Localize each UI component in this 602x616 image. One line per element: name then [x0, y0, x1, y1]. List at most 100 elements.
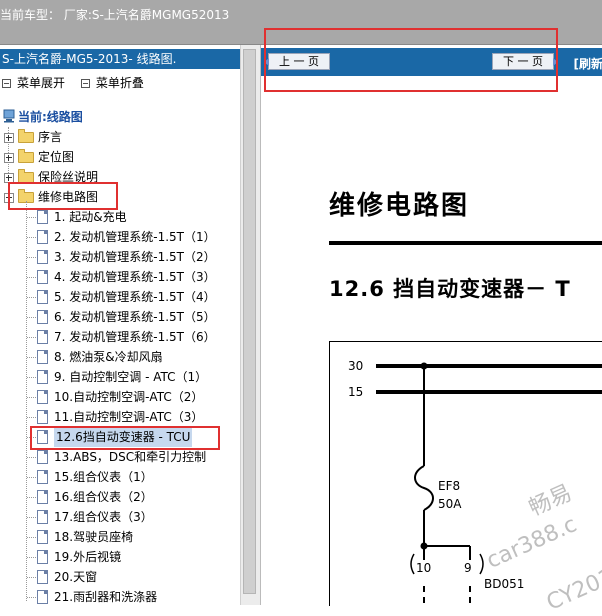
tree-item-row[interactable]: 8. 燃油泵&冷却风扇 — [0, 347, 240, 367]
tree-item-label: 2. 发动机管理系统-1.5T（1） — [54, 227, 216, 247]
tree-branch-line — [27, 257, 36, 258]
fuse-symbol — [415, 466, 433, 510]
document-icon — [37, 250, 48, 264]
title-divider — [329, 241, 602, 245]
document-icon — [37, 530, 48, 544]
document-icon — [37, 590, 48, 604]
tree-branch-line — [27, 217, 36, 218]
tree-item-row[interactable]: 19.外后视镜 — [0, 547, 240, 567]
fuse-name: EF8 — [438, 479, 460, 493]
tree-branch-line — [27, 577, 36, 578]
tree-folder-label: 定位图 — [38, 147, 74, 167]
pin-number-right: 9 — [464, 561, 472, 575]
document-icon — [37, 230, 48, 244]
expand-icon — [2, 79, 11, 88]
tree-item-label: 5. 发动机管理系统-1.5T（4） — [54, 287, 216, 307]
tree-item-row[interactable]: 4. 发动机管理系统-1.5T（3） — [0, 267, 240, 287]
tree-branch-line — [27, 557, 36, 558]
tree-item-label: 9. 自动控制空调 - ATC（1） — [54, 367, 207, 387]
expand-plus-icon[interactable] — [4, 153, 14, 163]
junction-dot — [421, 363, 428, 370]
tree-item-label: 8. 燃油泵&冷却风扇 — [54, 347, 163, 367]
tree-branch-line — [27, 477, 36, 478]
refresh-link[interactable]: [刷新 — [574, 55, 602, 72]
tree-item-row[interactable]: 18.驾驶员座椅 — [0, 527, 240, 547]
pin-number-left: 10 — [416, 561, 431, 575]
document-icon — [37, 370, 48, 384]
document-icon — [37, 470, 48, 484]
tree-item-label: 13.ABS，DSC和牵引力控制 — [54, 447, 206, 467]
expand-all-button[interactable]: 菜单展开 — [17, 76, 65, 90]
document-icon — [37, 550, 48, 564]
tree-item-row[interactable]: 16.组合仪表（2） — [0, 487, 240, 507]
connector-label: BD051 — [484, 577, 524, 591]
tree-item-label: 10.自动控制空调-ATC（2） — [54, 387, 203, 407]
tree-item-row[interactable]: 10.自动控制空调-ATC（2） — [0, 387, 240, 407]
tree-item-label: 1. 起动&充电 — [54, 207, 127, 227]
tree-item-row[interactable]: 9. 自动控制空调 - ATC（1） — [0, 367, 240, 387]
tree-item-row[interactable]: 20.天窗 — [0, 567, 240, 587]
connector-bracket — [411, 554, 414, 574]
tree-item-row[interactable]: 21.雨刮器和洗涤器 — [0, 587, 240, 607]
document-icon — [37, 210, 48, 224]
tree-branch-line — [27, 337, 36, 338]
tree-item-row[interactable]: 11.自动控制空调-ATC（3） — [0, 407, 240, 427]
document-icon — [37, 410, 48, 424]
tree-folder-label: 序言 — [38, 127, 62, 147]
tree-folder-row[interactable]: 定位图 — [0, 147, 240, 167]
left-navigation-panel: S-上汽名爵-MG5-2013- 线路图. 菜单展开 菜单折叠 当前:线路图 序… — [0, 45, 259, 605]
tree-item-row[interactable]: 3. 发动机管理系统-1.5T（2） — [0, 247, 240, 267]
document-icon — [37, 510, 48, 524]
tree-item-label: 15.组合仪表（1） — [54, 467, 153, 487]
collapse-all-button[interactable]: 菜单折叠 — [96, 76, 144, 90]
tree-branch-line — [27, 297, 36, 298]
document-icon — [37, 310, 48, 324]
tree-root[interactable]: 当前:线路图 — [0, 107, 240, 127]
tree-item-label: 7. 发动机管理系统-1.5T（6） — [54, 327, 216, 347]
tree-branch-line — [27, 357, 36, 358]
document-icon — [37, 390, 48, 404]
expand-plus-icon[interactable] — [4, 133, 14, 143]
tree-item-label: 6. 发动机管理系统-1.5T（5） — [54, 307, 216, 327]
tree-branch-line — [27, 397, 36, 398]
document-icon — [37, 330, 48, 344]
vehicle-title: 当前车型： 厂家:S-上汽名爵MGMG52013 — [0, 6, 229, 23]
document-icon — [37, 270, 48, 284]
tree-branch-line — [27, 597, 36, 598]
highlight-box-folder — [8, 182, 118, 210]
tree-item-label: 3. 发动机管理系统-1.5T（2） — [54, 247, 216, 267]
rail-label-15: 15 — [348, 385, 363, 399]
document-title: 维修电路图 — [329, 185, 469, 222]
computer-icon — [3, 109, 15, 123]
tree-item-label: 18.驾驶员座椅 — [54, 527, 133, 547]
document-view-panel: 上 一 页 下 一 页 [刷新 维修电路图 12.6 挡自动变速器－ T 30 … — [260, 45, 602, 605]
tree-item-row[interactable]: 7. 发动机管理系统-1.5T（6） — [0, 327, 240, 347]
document-icon — [37, 290, 48, 304]
document-icon — [37, 570, 48, 584]
tree-branch-line — [27, 517, 36, 518]
tree-item-row[interactable]: 1. 起动&充电 — [0, 207, 240, 227]
document-icon — [37, 450, 48, 464]
fuse-rating: 50A — [438, 497, 462, 511]
tree-branch-line — [27, 537, 36, 538]
tree-branch-line — [27, 237, 36, 238]
tree-item-row[interactable]: 5. 发动机管理系统-1.5T（4） — [0, 287, 240, 307]
tree-item-label: 21.雨刮器和洗涤器 — [54, 587, 157, 607]
tree-scrollbar-thumb[interactable] — [243, 49, 256, 594]
tree-item-row[interactable]: 6. 发动机管理系统-1.5T（5） — [0, 307, 240, 327]
wiring-diagram-svg: 30 15 EF8 50A 10 9 BD051 — [330, 342, 602, 606]
tree-branch-line — [27, 277, 36, 278]
collapse-icon — [81, 79, 90, 88]
tree-branch-line — [27, 497, 36, 498]
menu-actions: 菜单展开 菜单折叠 — [2, 74, 156, 91]
highlight-box-navigation — [264, 28, 558, 92]
tree-item-label: 4. 发动机管理系统-1.5T（3） — [54, 267, 216, 287]
tree-item-row[interactable]: 15.组合仪表（1） — [0, 467, 240, 487]
tree-item-row[interactable]: 17.组合仪表（3） — [0, 507, 240, 527]
tree-branch-line — [27, 417, 36, 418]
tree-item-row[interactable]: 2. 发动机管理系统-1.5T（1） — [0, 227, 240, 247]
tree-item-row[interactable]: 13.ABS，DSC和牵引力控制 — [0, 447, 240, 467]
wiring-diagram: 30 15 EF8 50A 10 9 BD051 — [329, 341, 602, 606]
document-icon — [37, 350, 48, 364]
tree-folder-row[interactable]: 序言 — [0, 127, 240, 147]
